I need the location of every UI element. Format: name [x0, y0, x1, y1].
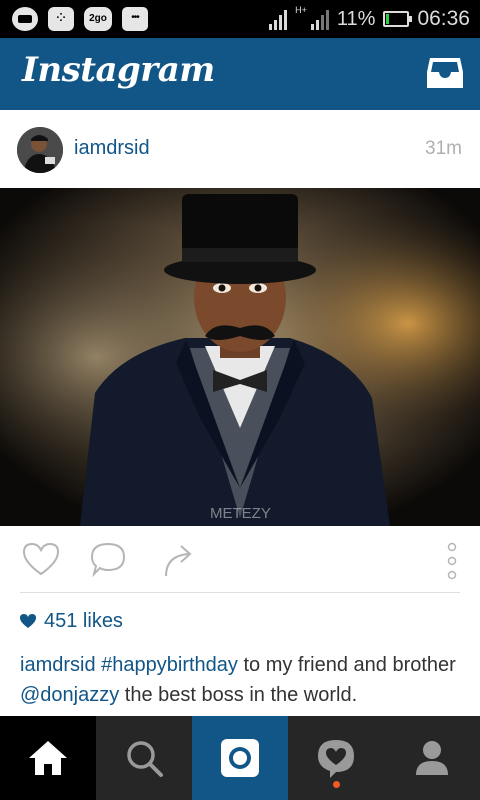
divider: [20, 592, 460, 593]
heart-icon: [20, 613, 36, 628]
messenger-icon: [12, 7, 38, 31]
tab-home[interactable]: [0, 716, 96, 800]
post-username[interactable]: iamdrsid: [74, 137, 150, 160]
2go-icon: 2go: [84, 7, 112, 31]
post-photo[interactable]: METEZY: [0, 188, 480, 526]
notification-icons: 2go: [12, 6, 148, 31]
chat-icon: [122, 6, 148, 31]
search-icon: [127, 741, 163, 777]
share-button[interactable]: [158, 540, 200, 583]
battery-percent: 11%: [336, 7, 376, 30]
more-options-button[interactable]: [444, 542, 460, 587]
like-button[interactable]: [20, 540, 62, 583]
post-timestamp: 31m: [425, 138, 462, 159]
likes-row[interactable]: 451 likes: [20, 608, 123, 634]
photo-watermark: METEZY: [210, 505, 271, 522]
network-type: H+: [295, 5, 307, 15]
battery-icon: [383, 11, 413, 27]
inbox-icon[interactable]: [426, 56, 464, 90]
caption-mention[interactable]: @donjazzy: [20, 684, 119, 706]
camera-icon: [221, 739, 259, 777]
post-header: iamdrsid 31m: [0, 110, 480, 188]
tab-search[interactable]: [96, 716, 192, 800]
avatar[interactable]: [17, 127, 63, 173]
instagram-logo: Instagram: [22, 50, 215, 90]
bottom-nav: [0, 716, 480, 800]
post-actions: [0, 526, 480, 592]
tab-camera[interactable]: [192, 716, 288, 800]
clock: 06:36: [417, 7, 470, 30]
caption-text-2: the best boss in the world.: [119, 684, 358, 706]
tab-profile[interactable]: [384, 716, 480, 800]
notification-dot: [333, 781, 340, 788]
caption-hashtag[interactable]: #happybirthday: [101, 654, 238, 676]
bbm-icon: [48, 7, 74, 31]
signal-icon-2: [310, 8, 329, 30]
activity-icon: [318, 740, 354, 778]
app-header: Instagram: [0, 38, 480, 110]
home-icon: [29, 741, 67, 775]
status-bar: 2go H+ 11% 06:36: [0, 0, 480, 38]
signal-icon: [269, 8, 288, 30]
caption-text-1: to my friend and brother: [237, 654, 456, 676]
caption-username[interactable]: iamdrsid: [20, 654, 96, 676]
likes-count: 451 likes: [44, 609, 123, 632]
post-caption: iamdrsid #happybirthday to my friend and…: [20, 650, 466, 710]
profile-icon: [416, 741, 448, 775]
tab-activity[interactable]: [288, 716, 384, 800]
comment-button[interactable]: [88, 540, 130, 583]
